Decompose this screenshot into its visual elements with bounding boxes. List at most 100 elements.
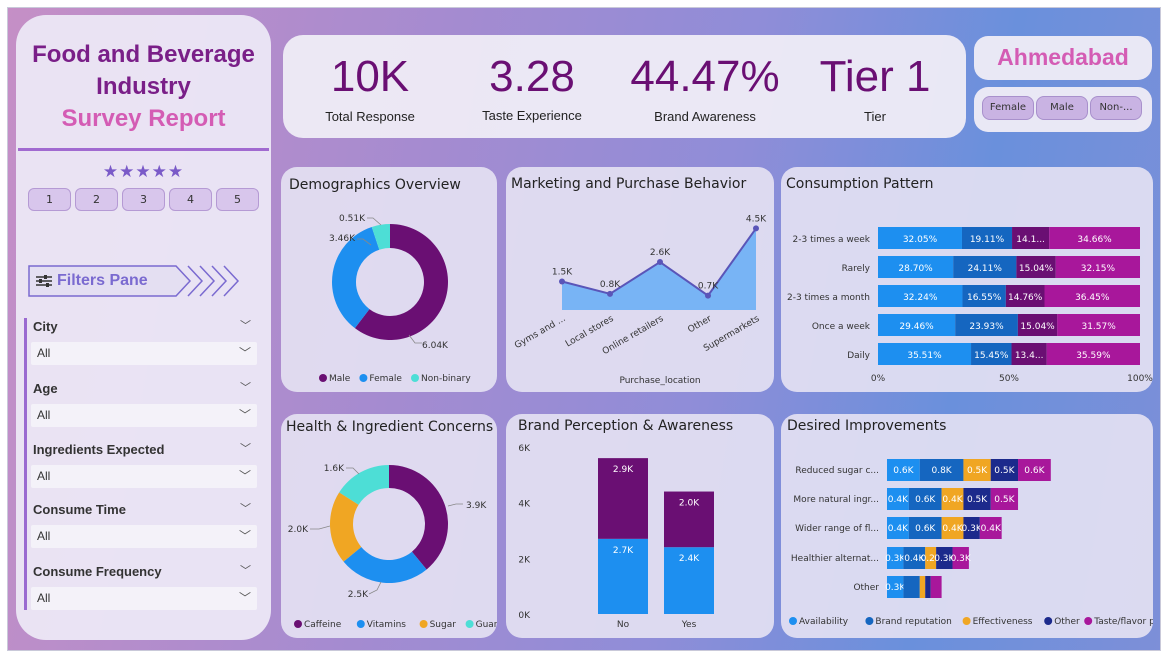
filter-consume-frequency-dropdown[interactable]: All ﹀ <box>31 587 257 610</box>
brand-card: Brand Perception & Awareness 0K 2K 4K 6K 2.7… <box>506 414 774 638</box>
data-label-supermarkets: 4.5K <box>746 214 767 224</box>
consumption-bar-chart: 2-3 times a week 32.05% 19.11% 14.1... 34.66… <box>787 227 1153 384</box>
chevron-down-icon[interactable]: ﹀ <box>240 500 251 516</box>
filters-accent-bar <box>24 318 27 610</box>
x-tick-0: 0% <box>871 374 886 384</box>
legend-dot-other <box>1044 617 1053 625</box>
filter-age-dropdown[interactable]: All ﹀ <box>31 404 257 427</box>
data-label-sugar: 2.0K <box>288 525 309 535</box>
legend-dot-availability <box>789 617 797 625</box>
bar-label-wider-range-of-fl-taste-flavor-prefere: 0.4K <box>981 524 1002 534</box>
y-tick-wider-range-of-fl: Wider range of fl... <box>795 524 879 534</box>
bar-label-reduced-sugar-c-effectiveness: 0.5K <box>967 466 988 476</box>
filter-age-label: Age <box>33 381 58 396</box>
x-tick-100: 100% <box>1127 374 1153 384</box>
chevron-down-icon: ﹀ <box>238 529 251 543</box>
legend-label-taste-flavor-prefere: Taste/flavor prefere... <box>1093 617 1153 627</box>
chevron-down-icon[interactable]: ﹀ <box>240 379 251 395</box>
leader-line-caffeine <box>447 503 463 507</box>
chevron-down-icon[interactable]: ﹀ <box>240 440 251 456</box>
legend-dot-brand-reputation <box>865 617 874 625</box>
filter-consume-time-label: Consume Time <box>33 502 126 517</box>
rating-button-2[interactable]: 2 <box>75 188 118 211</box>
x-tick-50: 50% <box>999 374 1019 384</box>
data-label-other: 0.7K <box>698 282 719 292</box>
bar-label-daily-3: 35.59% <box>1076 351 1111 361</box>
legend-dot-taste-flavor-prefere <box>1084 617 1093 625</box>
filter-consume-time-dropdown[interactable]: All ﹀ <box>31 525 257 548</box>
rating-button-5[interactable]: 5 <box>216 188 259 211</box>
data-label-caffeine: 3.9K <box>466 501 487 511</box>
chevron-down-icon[interactable]: ﹀ <box>240 317 251 333</box>
report-title-line1: Food and Beverage <box>32 41 255 68</box>
filter-ingredients-value: All <box>37 469 51 483</box>
bar-label-more-natural-ingr-effectiveness: 0.4K <box>942 495 963 505</box>
column-label-yes-0: 2.4K <box>679 554 700 564</box>
gender-female-button[interactable]: Female <box>982 96 1034 120</box>
leader-line-guarana <box>346 467 360 475</box>
leader-line-male <box>408 334 422 344</box>
demographics-donut-chart: 6.04K 3.46K 0.51K Male Female Non-binary <box>319 214 471 384</box>
bar-label-rarely-1: 24.11% <box>968 264 1003 274</box>
y-tick-2k: 2K <box>518 555 531 565</box>
bar-label-daily-0: 35.51% <box>907 351 942 361</box>
legend-dot-guarana <box>465 620 474 628</box>
bar-segment-other-brand-reputation <box>903 576 920 598</box>
rating-button-4[interactable]: 4 <box>169 188 212 211</box>
data-point-gyms-and <box>559 278 565 285</box>
bar-label-once-a-week-0: 29.46% <box>899 322 934 332</box>
leader-line-sugar <box>310 525 331 530</box>
data-label-vitamins: 2.5K <box>348 590 369 600</box>
legend-dot-female <box>359 374 368 382</box>
bar-label-rarely-2: 15.04% <box>1019 264 1054 274</box>
filters-pane-button[interactable]: Filters Pane <box>28 265 243 297</box>
column-label-no-1: 2.9K <box>613 465 634 475</box>
chevron-down-icon: ﹀ <box>238 591 251 605</box>
chevron-down-icon[interactable]: ﹀ <box>240 562 251 578</box>
legend-dot-sugar <box>419 620 428 628</box>
legend-label-brand-reputation: Brand reputation <box>875 617 951 627</box>
y-tick-daily: Daily <box>847 351 870 361</box>
filter-ingredients-dropdown[interactable]: All ﹀ <box>31 465 257 488</box>
legend-label-availability: Availability <box>799 617 849 627</box>
marketing-xlabel: Purchase_location <box>619 376 701 386</box>
bar-label-2-3-times-a-week-3: 34.66% <box>1077 235 1112 245</box>
bar-label-2-3-times-a-month-3: 36.45% <box>1075 293 1110 303</box>
column-label-yes-1: 2.0K <box>679 499 700 509</box>
title-divider <box>18 148 269 151</box>
bar-label-more-natural-ingr-other: 0.5K <box>967 495 988 505</box>
y-tick-other: Other <box>853 583 879 593</box>
chevron-down-icon: ﹀ <box>238 408 251 422</box>
y-tick-4k: 4K <box>518 500 531 510</box>
bar-label-reduced-sugar-c-other: 0.5K <box>994 466 1015 476</box>
filter-city-dropdown[interactable]: All ﹀ <box>31 342 257 365</box>
gender-male-button[interactable]: Male <box>1036 96 1088 120</box>
data-point-other <box>705 292 711 299</box>
kpi-tier-label: Tier <box>864 109 886 124</box>
chevron-down-icon: ﹀ <box>238 469 251 483</box>
bar-label-2-3-times-a-week-2: 14.1... <box>1016 235 1045 245</box>
health-card: Health & Ingredient Concerns 3.9K 2.5K 2.0… <box>281 414 497 638</box>
star-rating-icon: ★★★★★ <box>102 162 185 181</box>
filters-pane-label: Filters Pane <box>57 272 148 289</box>
y-tick-healthier-alternat: Healthier alternat... <box>791 554 879 564</box>
legend-label-female: Female <box>369 374 402 384</box>
y-tick-reduced-sugar-c: Reduced sugar c... <box>795 466 879 476</box>
x-tick-yes: Yes <box>681 620 697 630</box>
rating-button-1[interactable]: 1 <box>28 188 71 211</box>
leader-line-nonbinary <box>367 217 382 226</box>
demographics-card: Demographics Overview 6.04K 3.46K 0.51K Mal… <box>281 167 497 392</box>
column-label-no-0: 2.7K <box>613 546 634 556</box>
marketing-area-chart: 1.5KGyms and ...0.8KLocal stores2.6KOnli… <box>513 214 767 357</box>
bar-label-wider-range-of-fl-effectiveness: 0.4K <box>942 524 963 534</box>
gender-nonbinary-button[interactable]: Non-... <box>1090 96 1142 120</box>
bar-label-reduced-sugar-c-taste-flavor-prefere: 0.6K <box>1024 466 1045 476</box>
y-tick-2-3-times-a-week: 2-3 times a week <box>793 235 871 245</box>
legend-dot-male <box>319 374 327 382</box>
bar-segment-other-other <box>925 576 931 598</box>
bar-label-wider-range-of-fl-other: 0.3K <box>962 524 983 534</box>
data-point-online-retailers <box>657 259 663 266</box>
kpi-taste-experience-label: Taste Experience <box>482 108 582 123</box>
bar-label-healthier-alternat-availability: 0.3K <box>885 554 906 564</box>
rating-button-3[interactable]: 3 <box>122 188 165 211</box>
